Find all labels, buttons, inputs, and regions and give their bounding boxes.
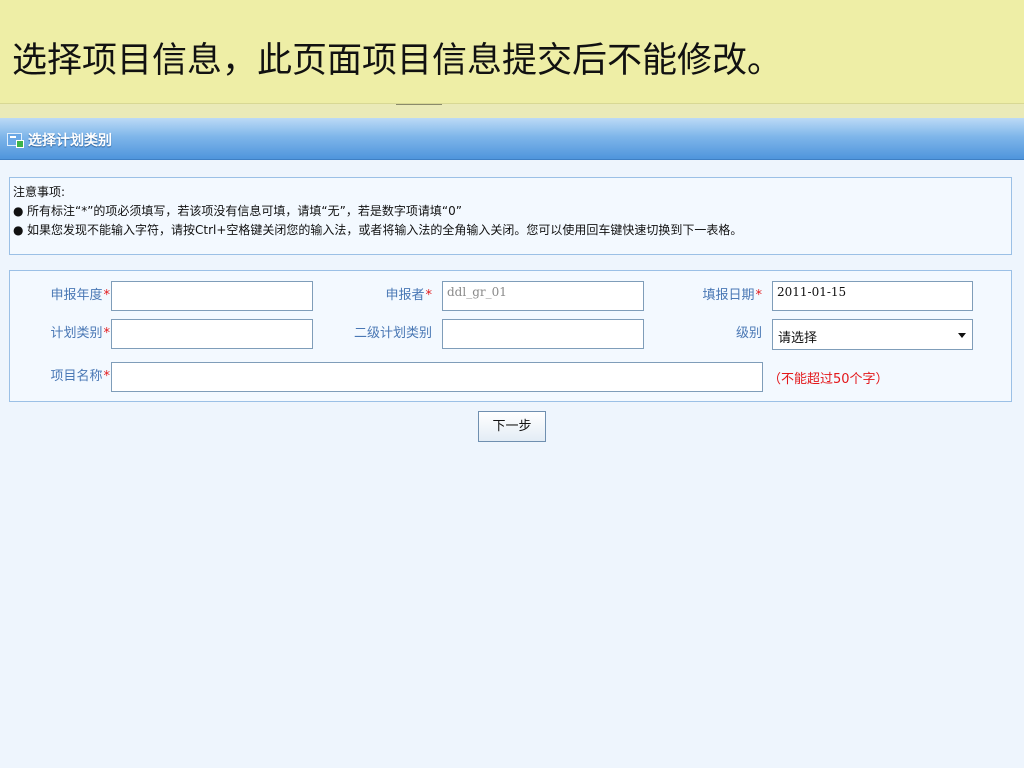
fill-date-label: 填报日期*	[702, 288, 763, 303]
project-form: 申报年度* 申报者* ddl_gr_01 填报日期* 2011-01-15 计划…	[9, 270, 1012, 402]
caption-divider	[0, 103, 1024, 119]
project-name-input[interactable]	[111, 362, 763, 392]
notice-item: ● 所有标注“*”的项必须填写，若该项没有信息可填，请填“无”，若是数字项请填“0…	[13, 202, 1011, 221]
fill-date-input[interactable]: 2011-01-15	[772, 281, 973, 311]
report-year-input[interactable]	[111, 281, 313, 311]
project-name-hint: （不能超过50个字）	[768, 372, 889, 387]
notice-item-text: 如果您发现不能输入字符，请按Ctrl+空格键关闭您的输入法，或者将输入法的全角输…	[27, 223, 743, 237]
level-select-value: 请选择	[778, 331, 818, 346]
form-icon	[7, 133, 24, 148]
slide-caption: 选择项目信息，此页面项目信息提交后不能修改。	[12, 41, 783, 81]
notice-item: ● 如果您发现不能输入字符，请按Ctrl+空格键关闭您的输入法，或者将输入法的全角…	[13, 221, 1011, 240]
required-mark: *	[425, 288, 433, 303]
window-title: 选择计划类别	[28, 133, 112, 149]
level-select[interactable]: 请选择	[772, 319, 973, 350]
notice-heading: 注意事项:	[13, 185, 66, 199]
sub-plan-category-input[interactable]	[442, 319, 644, 349]
project-name-label: 项目名称*	[50, 369, 111, 384]
notice-item-text: 所有标注“*”的项必须填写，若该项没有信息可填，请填“无”，若是数字项请填“0”	[27, 204, 462, 218]
applicant-label: 申报者*	[385, 288, 433, 303]
required-mark: *	[755, 288, 763, 303]
sub-plan-category-label: 二级计划类别	[353, 326, 432, 341]
required-mark: *	[103, 369, 111, 384]
required-mark: *	[103, 326, 111, 341]
bullet-icon: ●	[13, 204, 24, 218]
plan-category-label: 计划类别*	[50, 326, 111, 341]
notice-box: 注意事项: ● 所有标注“*”的项必须填写，若该项没有信息可填，请填“无”，若是数…	[9, 177, 1012, 255]
applicant-input[interactable]: ddl_gr_01	[442, 281, 644, 311]
bullet-icon: ●	[13, 223, 24, 237]
window-titlebar: 选择计划类别	[0, 118, 1024, 160]
plan-category-input[interactable]	[111, 319, 313, 349]
required-mark: *	[103, 288, 111, 303]
next-button[interactable]: 下一步	[478, 411, 546, 442]
level-label: 级别	[735, 326, 762, 341]
dropdown-arrow-icon	[958, 333, 966, 338]
divider-mark	[396, 104, 442, 105]
slide-caption-banner: 选择项目信息，此页面项目信息提交后不能修改。	[0, 0, 1024, 103]
report-year-label: 申报年度*	[50, 288, 111, 303]
